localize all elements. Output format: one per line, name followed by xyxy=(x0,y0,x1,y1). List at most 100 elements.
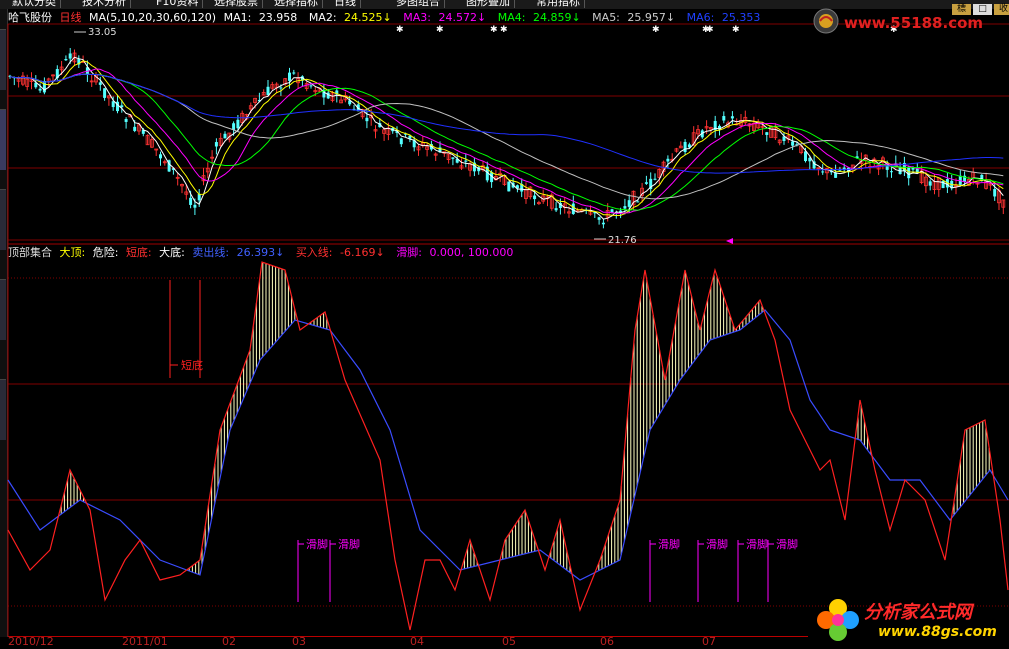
candle-body xyxy=(124,119,128,122)
date-tick: 2010/12 xyxy=(8,635,54,648)
buy-line xyxy=(7,261,1009,631)
ma5-readout: MA5: 25.957↓ xyxy=(592,11,676,24)
short-bottom-label: 短底: xyxy=(125,246,152,259)
ma-line xyxy=(9,60,1004,217)
candle-body xyxy=(193,204,197,208)
candle-body xyxy=(722,116,726,121)
candle-body xyxy=(666,158,670,162)
candle-body xyxy=(993,188,997,197)
date-tick: 05 xyxy=(502,635,516,648)
slip-label: 滑脚 xyxy=(746,537,768,551)
site-logo-top: www.55188.com 標 □ 收 xyxy=(808,4,1009,36)
event-marker: ✱ xyxy=(652,25,660,35)
candle-body xyxy=(38,88,42,91)
collapse-button[interactable]: 收 xyxy=(994,4,1009,15)
date-axis: 2010/12 2011/01 02 03 04 05 06 07 xyxy=(8,636,808,649)
ma4-readout: MA4: 24.859↓ xyxy=(497,11,581,24)
candle-body xyxy=(98,82,102,85)
restore-icon[interactable]: □ xyxy=(973,4,992,15)
candle-body xyxy=(644,182,648,184)
candle-body xyxy=(197,194,201,201)
big-bottom-label: 大底: xyxy=(159,246,185,259)
window-button[interactable]: 標 xyxy=(952,4,971,15)
candle-body xyxy=(765,132,769,135)
logo-top-text: www.55188.com xyxy=(844,14,984,32)
stock-name[interactable]: 哈飞股份 xyxy=(8,11,52,24)
candle-body xyxy=(159,154,162,159)
ma2-readout: MA2: 24.525↓ xyxy=(308,11,392,24)
candle-body xyxy=(636,201,640,203)
candle-body xyxy=(279,87,283,89)
candle-body xyxy=(507,181,511,192)
indicator-series xyxy=(7,261,1009,631)
candle-body xyxy=(683,141,687,152)
candle-body xyxy=(730,116,734,119)
event-marker: ✱ xyxy=(706,25,714,35)
slip-label: 滑脚 xyxy=(658,537,680,551)
candle-body xyxy=(133,126,137,131)
stock-chart: 短底滑脚 滑脚 滑脚 滑脚 滑脚 滑脚33.0521.76✱ ✱ ✱ ✱ ✱ ✱✱ ✱ ✱ xyxy=(7,23,1009,636)
slip-label: 滑脚 xyxy=(776,537,798,551)
candle-body xyxy=(928,181,932,186)
ma1-readout: MA1: 23.958 xyxy=(223,11,298,24)
sell-line xyxy=(7,309,1009,581)
date-tick: 2011/01 xyxy=(122,635,168,648)
slip-readout: 滑脚: 0.000, 100.000 xyxy=(396,246,514,259)
candle-body xyxy=(890,171,893,173)
candle-body xyxy=(189,197,193,205)
site-logo-bottom: 分析家公式网 www.88gs.com xyxy=(808,590,1009,648)
candle-body xyxy=(266,86,270,96)
candle-body xyxy=(533,195,537,200)
slip-label: 滑脚 xyxy=(706,537,728,551)
candle-body xyxy=(907,167,911,179)
candle-body xyxy=(68,53,72,59)
sell-line-readout: 卖出线: 26.393↓ xyxy=(192,246,285,259)
candle-body xyxy=(571,203,575,215)
event-marker: ✱ xyxy=(500,25,508,35)
candle-body xyxy=(554,208,558,211)
ma-line xyxy=(9,68,1004,214)
event-marker: ✱ xyxy=(732,25,740,35)
low-price-label: 21.76 xyxy=(608,235,637,246)
ma-line xyxy=(9,73,1004,174)
candle-body xyxy=(214,142,218,147)
candle-body xyxy=(365,117,369,122)
candle-body xyxy=(232,123,236,130)
candle-body xyxy=(653,178,657,180)
date-tick: 06 xyxy=(600,635,614,648)
event-marker: ✱ xyxy=(396,25,404,35)
ma6-readout: MA6: 25.353 xyxy=(686,11,761,24)
candle-body xyxy=(597,217,601,220)
event-marker: ✱ xyxy=(436,25,444,35)
candle-body xyxy=(399,138,403,145)
date-tick: 04 xyxy=(410,635,424,648)
candle-body xyxy=(821,171,825,173)
cursor-marker xyxy=(726,238,733,244)
slip-label: 滑脚 xyxy=(306,537,328,551)
candle-body xyxy=(464,160,468,162)
candle-body xyxy=(627,200,631,207)
buy-line-readout: 买入线: -6.169↓ xyxy=(295,246,385,259)
candle-body xyxy=(804,151,807,162)
candle-body xyxy=(103,88,107,98)
candle-body xyxy=(451,157,455,159)
candle-body xyxy=(288,72,291,81)
candle-body xyxy=(64,59,68,61)
ma-params: MA(5,10,20,30,60,120) xyxy=(89,11,217,24)
big-top-label: 大顶: xyxy=(59,246,86,259)
date-tick: 07 xyxy=(702,635,716,648)
danger-label: 危险: xyxy=(92,246,119,259)
ma3-readout: MA3: 24.572↓ xyxy=(403,11,487,24)
candle-body xyxy=(223,133,227,139)
date-tick: 03 xyxy=(292,635,306,648)
logo-bottom-url: www.88gs.com xyxy=(878,624,997,640)
period-label[interactable]: 日线 xyxy=(60,11,82,24)
high-price-label: 33.05 xyxy=(88,27,117,38)
date-tick: 02 xyxy=(222,635,236,648)
main-panel-header: 哈飞股份 日线 MA(5,10,20,30,60,120) MA1: 23.95… xyxy=(8,11,768,25)
candle-body xyxy=(309,85,313,87)
indicator-name[interactable]: 顶部集合 xyxy=(8,246,52,259)
candle-body xyxy=(601,222,605,225)
candle-body xyxy=(623,206,627,209)
moving-average-lines xyxy=(9,56,1004,220)
